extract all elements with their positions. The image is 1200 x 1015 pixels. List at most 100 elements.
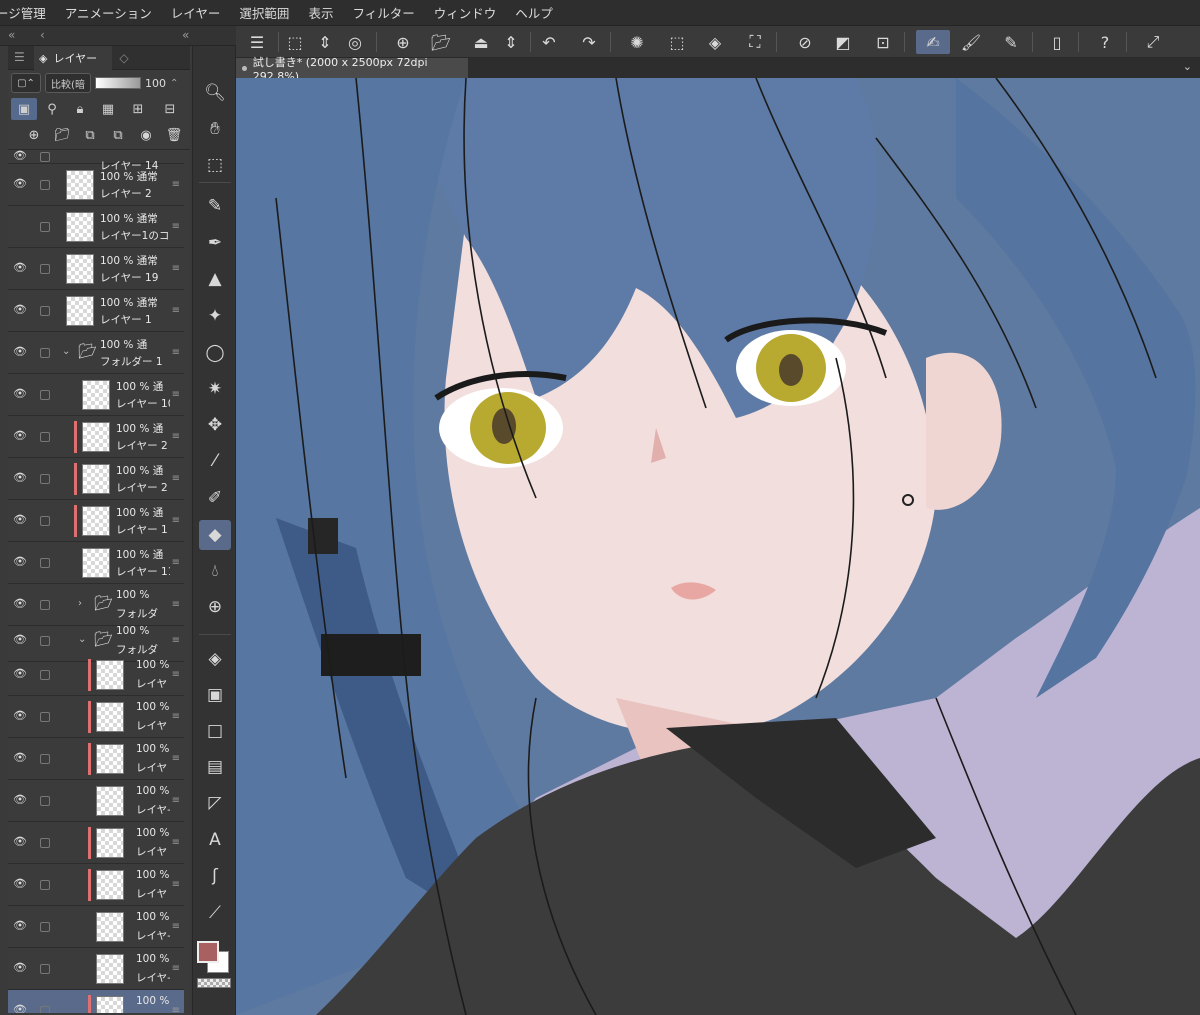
layer-menu-icon[interactable]: ≡ bbox=[172, 305, 180, 316]
layer-row[interactable]: 👁︎ 100 % レイヤ- ≡ bbox=[8, 906, 184, 948]
snap-off-icon[interactable]: ⊘ bbox=[792, 30, 818, 54]
drawing-canvas[interactable] bbox=[236, 78, 1200, 1015]
menu-item[interactable]: アニメーション bbox=[65, 3, 152, 22]
text-tool-icon[interactable]: A bbox=[199, 825, 231, 855]
layer-row[interactable]: 👁︎ 100 % レイヤ- ≡ bbox=[8, 780, 184, 822]
collapse-left-icon[interactable]: « bbox=[8, 28, 15, 42]
zoom-tool-icon[interactable]: 🔍︎ bbox=[199, 78, 231, 108]
layer-menu-icon[interactable]: ≡ bbox=[172, 179, 180, 190]
move-tool-icon[interactable]: ✥ bbox=[199, 410, 231, 440]
blend-clip-toggle[interactable]: ▢⌃ bbox=[11, 73, 41, 93]
layer-select-checkbox[interactable] bbox=[40, 264, 50, 274]
chevron-right-icon[interactable]: › bbox=[78, 598, 82, 609]
layer-menu-icon[interactable]: ≡ bbox=[172, 795, 180, 806]
layer-select-checkbox[interactable] bbox=[40, 432, 50, 442]
pencil-tool-icon[interactable]: ✎ bbox=[199, 191, 231, 221]
fill-icon[interactable]: ◈ bbox=[702, 30, 728, 54]
eye-icon[interactable]: 👁︎ bbox=[12, 261, 28, 274]
lock-transparent-icon[interactable]: ▦ bbox=[95, 98, 121, 120]
eye-icon[interactable]: 👁︎ bbox=[12, 150, 28, 162]
layer-menu-icon[interactable]: ≡ bbox=[172, 753, 180, 764]
layer-row[interactable]: 👁︎ 100 % レイヤ ≡ bbox=[8, 738, 184, 780]
layer-row[interactable]: 👁︎ 100 % 通レイヤー 10 ≡ bbox=[8, 374, 184, 416]
eyedropper-icon[interactable]: ⁄ bbox=[199, 446, 231, 476]
eye-icon[interactable]: 👁︎ bbox=[12, 877, 28, 890]
chevron-down-icon[interactable]: ⌄ bbox=[78, 634, 86, 645]
layer-select-checkbox[interactable] bbox=[40, 964, 50, 974]
hand-tool-icon[interactable]: ✋︎ bbox=[199, 114, 231, 144]
ruler-toggle-icon[interactable]: ⊟ bbox=[155, 98, 185, 120]
layer-menu-icon[interactable]: ≡ bbox=[172, 711, 180, 722]
layer-row[interactable]: 👁︎ 100 % 通常 レイヤー 2 ≡ bbox=[8, 164, 184, 206]
sparkle-tool-icon[interactable]: ✦ bbox=[199, 301, 231, 331]
layer-select-checkbox[interactable] bbox=[40, 306, 50, 316]
layer-select-checkbox[interactable] bbox=[40, 796, 50, 806]
layer-select-checkbox[interactable] bbox=[40, 222, 50, 232]
collapse-right-icon[interactable]: « bbox=[182, 28, 189, 42]
chevron-down-icon[interactable]: ⌄ bbox=[1183, 60, 1192, 73]
layer-menu-icon[interactable]: ≡ bbox=[172, 431, 180, 442]
menu-item[interactable]: ウィンドウ bbox=[434, 3, 497, 22]
layer-select-checkbox[interactable] bbox=[40, 600, 50, 610]
eye-icon[interactable]: 👁︎ bbox=[12, 597, 28, 610]
new-file-icon[interactable]: ⬚ bbox=[282, 30, 308, 54]
layer-select-checkbox[interactable] bbox=[40, 880, 50, 890]
layer-row[interactable]: 👁︎ 100 % 通レイヤー 11 ≡ bbox=[8, 542, 184, 584]
lasso-tool-icon[interactable]: ◯ bbox=[199, 338, 231, 368]
eye-icon[interactable]: 👁︎ bbox=[12, 709, 28, 722]
clip-lower-icon[interactable]: ▣ bbox=[11, 98, 37, 120]
layer-row[interactable]: 👁︎ 100 % レイヤ ≡ bbox=[8, 822, 184, 864]
opacity-stepper-icon[interactable]: ⌃ bbox=[170, 78, 178, 89]
layer-menu-icon[interactable]: ≡ bbox=[172, 473, 180, 484]
layer-menu-icon[interactable]: ≡ bbox=[172, 599, 180, 610]
snap-ruler-icon[interactable]: ◩ bbox=[830, 30, 856, 54]
balloon-tool-icon[interactable]: ◸ bbox=[199, 788, 231, 818]
mask-toggle-icon[interactable]: ⊞ bbox=[123, 98, 153, 120]
fill-tool-icon[interactable]: ◈ bbox=[199, 644, 231, 674]
rect-tool-icon[interactable]: □ bbox=[199, 716, 231, 746]
marker-tool-icon[interactable]: ▲ bbox=[199, 264, 231, 294]
panel-menu-icon[interactable]: ☰ bbox=[14, 50, 25, 64]
layer-select-checkbox[interactable] bbox=[40, 712, 50, 722]
document-tab[interactable]: 試し書き* (2000 x 2500px 72dpi 292.8%) bbox=[236, 56, 468, 83]
layer-row[interactable]: 👁︎ 100 % レイヤ ≡ bbox=[8, 696, 184, 738]
layer-row[interactable]: 100 % 通常レイヤー1のコピ≡ bbox=[8, 206, 184, 248]
layer-mask-icon[interactable]: ◉ bbox=[135, 125, 157, 147]
eye-icon[interactable]: 👁︎ bbox=[12, 177, 28, 190]
eye-icon[interactable]: 👁︎ bbox=[12, 387, 28, 400]
layer-select-checkbox[interactable] bbox=[40, 390, 50, 400]
blend-mode-select[interactable]: 比較(暗 bbox=[45, 73, 91, 93]
line-edit-icon[interactable]: ʃ bbox=[199, 861, 231, 891]
eye-icon[interactable]: 👁︎ bbox=[12, 471, 28, 484]
layer-select-checkbox[interactable] bbox=[40, 636, 50, 646]
help-icon[interactable]: ? bbox=[1092, 30, 1118, 54]
eraser-tool-icon[interactable]: ◆ bbox=[199, 520, 231, 550]
layer-menu-icon[interactable]: ≡ bbox=[172, 263, 180, 274]
layer-menu-icon[interactable]: ≡ bbox=[172, 1005, 180, 1013]
tab-other[interactable]: ◇ bbox=[112, 46, 136, 70]
correct-line-icon[interactable]: ⟋ bbox=[199, 898, 231, 928]
new-canvas-icon[interactable]: ⊕ bbox=[390, 30, 416, 54]
main-color-swatch-front[interactable] bbox=[197, 941, 219, 963]
eye-icon[interactable]: 👁︎ bbox=[12, 555, 28, 568]
layer-menu-icon[interactable]: ≡ bbox=[172, 389, 180, 400]
layer-menu-icon[interactable]: ≡ bbox=[172, 557, 180, 568]
eye-icon[interactable]: 👁︎ bbox=[12, 429, 28, 442]
layer-select-checkbox[interactable] bbox=[40, 474, 50, 484]
layer-menu-icon[interactable]: ≡ bbox=[172, 963, 180, 974]
opacity-slider[interactable] bbox=[95, 77, 141, 89]
smartphone-icon[interactable]: ▯ bbox=[1044, 30, 1070, 54]
layer-select-checkbox[interactable] bbox=[40, 180, 50, 190]
layer-menu-icon[interactable]: ≡ bbox=[172, 921, 180, 932]
layer-row[interactable]: 👁︎ 100 % 通常 レイヤー 19 ≡ bbox=[8, 248, 184, 290]
menu-item[interactable]: フィルター bbox=[352, 3, 414, 22]
menu-item[interactable]: ヘルプ bbox=[515, 3, 553, 22]
copy-layer-icon[interactable]: ⧉ bbox=[79, 125, 101, 147]
undo-icon[interactable]: ↶ bbox=[536, 30, 562, 54]
layer-select-checkbox[interactable] bbox=[40, 152, 50, 162]
pen-tool-icon[interactable]: ✒ bbox=[199, 228, 231, 258]
layer-select-checkbox[interactable] bbox=[40, 516, 50, 526]
opacity-value[interactable]: 100 bbox=[145, 77, 166, 90]
eye-icon[interactable]: 👁︎ bbox=[12, 513, 28, 526]
delete-layer-icon[interactable]: 🗑︎ bbox=[163, 125, 185, 147]
